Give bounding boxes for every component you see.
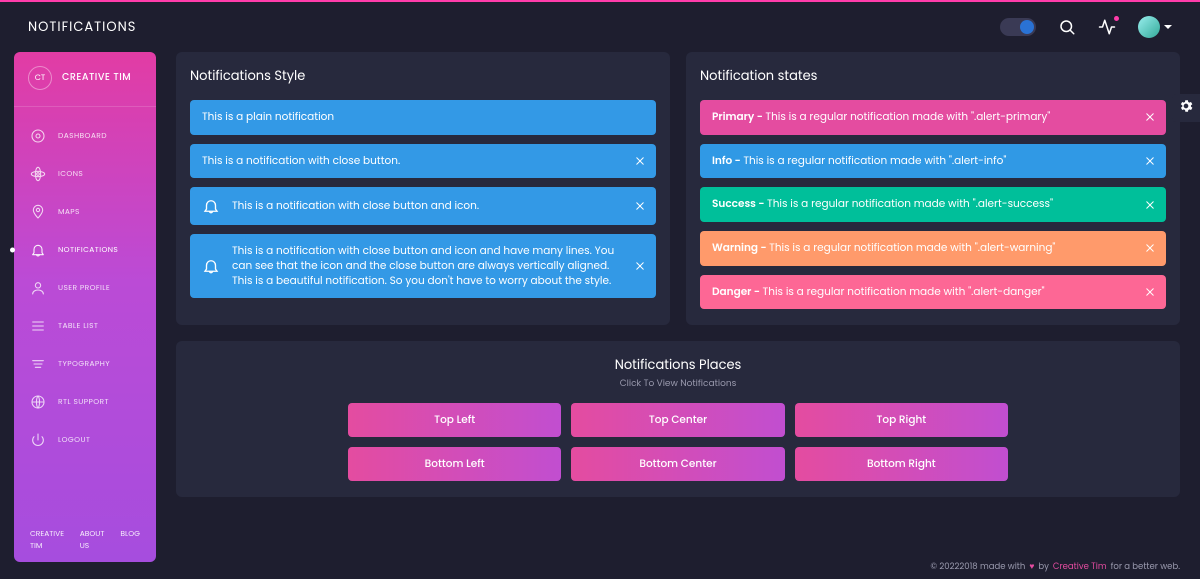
gear-icon (1178, 96, 1194, 121)
sidebar-footer: CREATIVE TIM ABOUT US BLOG (14, 528, 156, 552)
card-notification-states: Notification states Primary - This is a … (686, 52, 1180, 325)
sidebar-item-label: NOTIFICATIONS (58, 244, 118, 256)
main: Notifications Style This is a plain noti… (176, 52, 1180, 497)
sidebar-item-logout[interactable]: LOGOUT (14, 421, 156, 459)
sidebar-item-label: DASHBOARD (58, 130, 107, 142)
btn-bottom-center[interactable]: Bottom Center (571, 447, 784, 481)
sidebar-item-label: MAPS (58, 206, 80, 218)
alert-success: Success - This is a regular notification… (700, 187, 1166, 222)
list-icon (30, 318, 46, 334)
btn-top-right[interactable]: Top Right (795, 403, 1008, 437)
sidebar-item-typography[interactable]: TYPOGRAPHY (14, 345, 156, 383)
heart-icon: ♥ (1029, 560, 1034, 573)
close-icon[interactable] (1144, 111, 1156, 123)
alert-text: Danger - This is a regular notification … (712, 285, 1154, 300)
alert-text: This is a notification with close button… (232, 244, 644, 288)
activity-icon[interactable] (1098, 18, 1116, 36)
sidebar-item-dashboard[interactable]: DASHBOARD (14, 117, 156, 155)
theme-toggle[interactable] (1000, 18, 1036, 36)
search-icon[interactable] (1058, 18, 1076, 36)
close-icon[interactable] (1144, 199, 1156, 211)
notification-dot (1114, 16, 1119, 21)
close-icon[interactable] (1144, 286, 1156, 298)
bell-icon (30, 242, 46, 258)
alert-text: This is a notification with close button… (232, 199, 644, 214)
alert-danger: Danger - This is a regular notification … (700, 275, 1166, 310)
brand[interactable]: CT CREATIVE TIM (14, 66, 156, 107)
alert-close-icon: This is a notification with close button… (190, 187, 656, 225)
card-title: Notifications Style (190, 66, 656, 86)
globe-icon (30, 394, 46, 410)
power-icon (30, 432, 46, 448)
atom-icon (30, 166, 46, 182)
alert-plain: This is a plain notification (190, 100, 656, 135)
footer-link[interactable]: CREATIVE TIM (30, 528, 66, 552)
page-footer: © 20222018 made with ♥ by Creative Tim f… (176, 560, 1180, 573)
alert-primary: Primary - This is a regular notification… (700, 100, 1166, 135)
pin-icon (30, 204, 46, 220)
close-icon[interactable] (634, 155, 646, 167)
topbar-actions (1000, 16, 1172, 38)
topbar: NOTIFICATIONS (0, 2, 1200, 52)
card-notifications-places: Notifications Places Click To View Notif… (176, 341, 1180, 497)
alert-text: Warning - This is a regular notification… (712, 241, 1154, 256)
footer-link[interactable]: BLOG (120, 528, 140, 552)
close-icon[interactable] (1144, 155, 1156, 167)
avatar (1138, 16, 1160, 38)
footer-prefix: © 20222018 made with (930, 560, 1025, 573)
text-icon (30, 356, 46, 372)
btn-bottom-right[interactable]: Bottom Right (795, 447, 1008, 481)
close-icon[interactable] (634, 260, 646, 272)
btn-top-left[interactable]: Top Left (348, 403, 561, 437)
sidebar-item-table-list[interactable]: TABLE LIST (14, 307, 156, 345)
btn-top-center[interactable]: Top Center (571, 403, 784, 437)
sidebar-item-rtl[interactable]: RTL SUPPORT (14, 383, 156, 421)
bell-icon (202, 197, 220, 215)
alert-close: This is a notification with close button… (190, 144, 656, 179)
sidebar-item-notifications[interactable]: NOTIFICATIONS (14, 231, 156, 269)
card-subtitle: Click To View Notifications (190, 378, 1166, 391)
sidebar: CT CREATIVE TIM DASHBOARD ICONS MAPS NOT… (14, 52, 156, 562)
card-title: Notification states (700, 66, 1166, 86)
bell-icon (202, 257, 220, 275)
alert-text: This is a notification with close button… (202, 154, 644, 169)
sidebar-item-icons[interactable]: ICONS (14, 155, 156, 193)
footer-link[interactable]: ABOUT US (80, 528, 107, 552)
card-title: Notifications Places (190, 355, 1166, 375)
page-title: NOTIFICATIONS (28, 17, 136, 37)
sidebar-item-label: RTL SUPPORT (58, 396, 109, 408)
chevron-down-icon (1164, 25, 1172, 29)
sidebar-item-label: ICONS (58, 168, 83, 180)
user-menu[interactable] (1138, 16, 1172, 38)
alert-warning: Warning - This is a regular notification… (700, 231, 1166, 266)
sidebar-nav: DASHBOARD ICONS MAPS NOTIFICATIONS USER … (14, 117, 156, 459)
brand-name: CREATIVE TIM (62, 71, 131, 85)
settings-button[interactable] (1172, 94, 1200, 122)
sidebar-item-user-profile[interactable]: USER PROFILE (14, 269, 156, 307)
dashboard-icon (30, 128, 46, 144)
sidebar-item-label: TYPOGRAPHY (58, 358, 110, 370)
alert-text: Primary - This is a regular notification… (712, 110, 1154, 125)
close-icon[interactable] (634, 200, 646, 212)
brand-badge: CT (28, 66, 52, 90)
close-icon[interactable] (1144, 242, 1156, 254)
alert-text: Info - This is a regular notification ma… (712, 154, 1154, 169)
btn-bottom-left[interactable]: Bottom Left (348, 447, 561, 481)
sidebar-item-label: TABLE LIST (58, 320, 98, 332)
footer-link[interactable]: Creative Tim (1053, 560, 1107, 573)
card-notifications-style: Notifications Style This is a plain noti… (176, 52, 670, 325)
sidebar-item-maps[interactable]: MAPS (14, 193, 156, 231)
alert-text: This is a plain notification (202, 110, 644, 125)
footer-by: by (1038, 560, 1049, 573)
user-icon (30, 280, 46, 296)
sidebar-item-label: USER PROFILE (58, 282, 110, 294)
alert-info: Info - This is a regular notification ma… (700, 144, 1166, 179)
alert-text: Success - This is a regular notification… (712, 197, 1154, 212)
alert-close-icon-multiline: This is a notification with close button… (190, 234, 656, 298)
sidebar-item-label: LOGOUT (58, 434, 90, 446)
footer-suffix: for a better web. (1111, 560, 1180, 573)
